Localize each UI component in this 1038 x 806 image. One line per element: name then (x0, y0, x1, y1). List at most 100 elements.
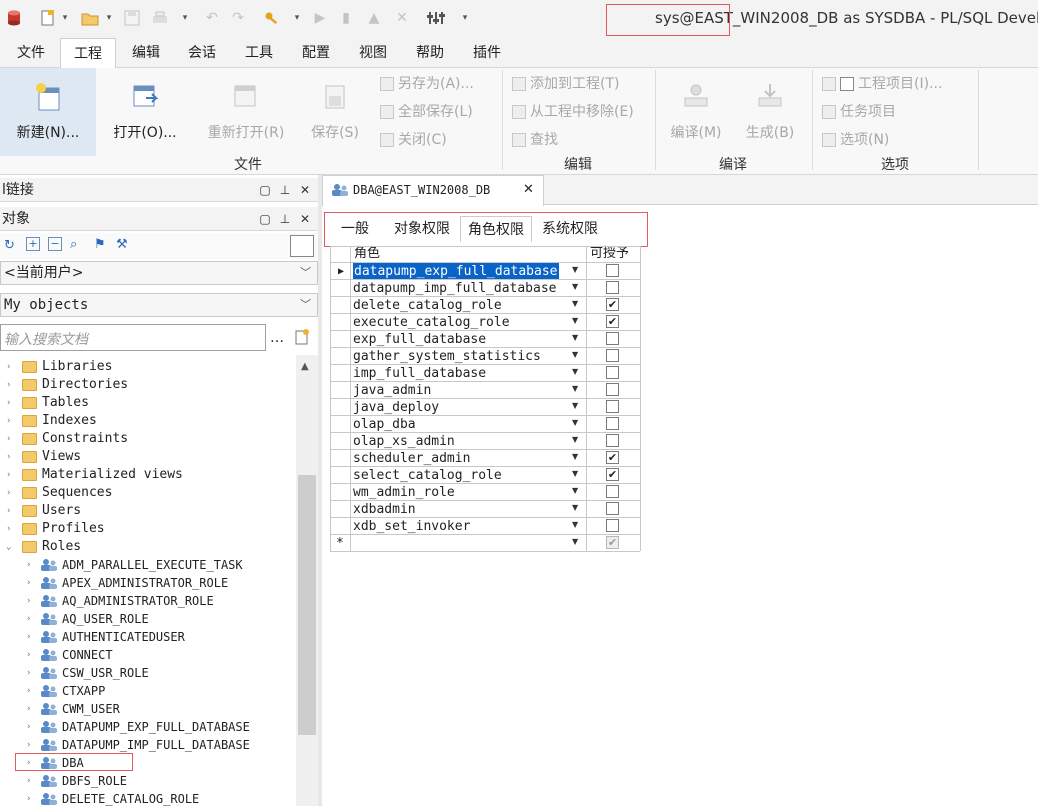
document-tab[interactable]: DBA@EAST_WIN2008_DB ✕ (322, 175, 544, 206)
role-cell[interactable]: xdb_set_invoker (353, 518, 470, 535)
save-icon[interactable] (122, 8, 142, 28)
expanded-chevron-icon[interactable]: ⌄ (6, 538, 11, 556)
tree-role-item[interactable]: › CWM_USER (0, 700, 296, 718)
role-dropdown-icon[interactable]: ▼ (572, 282, 578, 291)
grantable-checkbox[interactable]: ✔ (606, 536, 619, 549)
menu-session[interactable]: 会话 (174, 38, 230, 68)
more-options-button[interactable]: … (270, 330, 284, 346)
open-folder-icon[interactable] (80, 8, 100, 28)
collapsed-chevron-icon[interactable]: › (26, 718, 31, 736)
grantable-checkbox[interactable]: ✔ (606, 315, 619, 328)
collapsed-chevron-icon[interactable]: › (6, 466, 11, 484)
expand-all-icon[interactable]: + (26, 237, 40, 251)
project-items-button[interactable]: 工程项目(I)... (822, 72, 942, 96)
grantable-checkbox[interactable] (606, 519, 619, 532)
role-cell[interactable]: delete_catalog_role (353, 297, 502, 314)
collapsed-chevron-icon[interactable]: › (26, 790, 31, 806)
print-dropdown-icon[interactable]: ▾ (180, 8, 190, 28)
collapsed-chevron-icon[interactable]: › (26, 682, 31, 700)
preferences-icon[interactable] (426, 8, 446, 28)
role-cell[interactable]: wm_admin_role (353, 484, 455, 501)
role-dropdown-icon[interactable]: ▼ (572, 435, 578, 444)
collapsed-chevron-icon[interactable]: › (26, 592, 31, 610)
execute-icon[interactable]: ▶ (310, 8, 330, 28)
lock-icon[interactable]: ▮ (336, 8, 356, 28)
collapsed-chevron-icon[interactable]: › (26, 700, 31, 718)
grantable-checkbox[interactable]: ✔ (606, 468, 619, 481)
menu-config[interactable]: 配置 (288, 38, 344, 68)
role-cell[interactable]: gather_system_statistics (353, 348, 541, 365)
panel-pin-icon[interactable]: ⊥ (276, 207, 294, 231)
filter-combo[interactable]: My objects ﹀ (0, 293, 318, 317)
role-dropdown-icon[interactable]: ▼ (572, 265, 578, 274)
menu-project[interactable]: 工程 (60, 38, 116, 69)
collapse-all-icon[interactable]: − (48, 237, 62, 251)
close-button[interactable]: 关闭(C) (380, 128, 447, 152)
role-cell[interactable]: execute_catalog_role (353, 314, 510, 331)
options-button[interactable]: 选项(N) (822, 128, 889, 152)
new-file-icon[interactable] (38, 8, 58, 28)
role-dropdown-icon[interactable]: ▼ (572, 299, 578, 308)
scroll-thumb[interactable] (298, 475, 316, 735)
role-cell[interactable]: java_admin (353, 382, 431, 399)
undo-icon[interactable]: ↶ (202, 8, 222, 28)
remove-from-project-button[interactable]: 从工程中移除(E) (512, 100, 634, 124)
tree-role-item[interactable]: › ADM_PARALLEL_EXECUTE_TASK (0, 556, 296, 574)
menu-file[interactable]: 文件 (4, 38, 58, 68)
role-dropdown-icon[interactable]: ▼ (572, 316, 578, 325)
role-dropdown-icon[interactable]: ▼ (572, 486, 578, 495)
role-cell[interactable]: datapump_exp_full_database (353, 263, 559, 280)
role-cell[interactable]: olap_dba (353, 416, 416, 433)
collapsed-chevron-icon[interactable]: › (6, 430, 11, 448)
collapsed-chevron-icon[interactable]: › (6, 358, 11, 376)
collapsed-chevron-icon[interactable]: › (26, 646, 31, 664)
new-document-icon[interactable] (294, 328, 310, 346)
reopen-button[interactable]: 重新打开(R) (198, 68, 294, 156)
tree-folder[interactable]: › Tables (0, 394, 296, 412)
tree-folder[interactable]: ⌄ Roles (0, 538, 296, 556)
grantable-checkbox[interactable] (606, 383, 619, 396)
customize-toolbar-icon[interactable]: ▾ (460, 8, 470, 28)
tree-folder[interactable]: › Directories (0, 376, 296, 394)
new-dropdown-icon[interactable]: ▾ (60, 8, 70, 28)
role-dropdown-icon[interactable]: ▼ (572, 503, 578, 512)
filter-icon[interactable]: ⚑ (94, 237, 106, 252)
role-cell[interactable]: java_deploy (353, 399, 439, 416)
new-button[interactable]: 新建(N)... (0, 68, 96, 156)
grantable-checkbox[interactable] (606, 417, 619, 430)
filter-options-icon[interactable]: ⚒ (116, 237, 128, 252)
panel-close-icon[interactable]: ✕ (296, 207, 314, 231)
menu-view[interactable]: 视图 (345, 38, 401, 68)
role-cell[interactable]: xdbadmin (353, 501, 416, 518)
compile-button[interactable]: 编译(M) (664, 68, 728, 156)
grantable-checkbox[interactable] (606, 281, 619, 294)
menu-tools[interactable]: 工具 (231, 38, 287, 68)
role-cell[interactable]: olap_xs_admin (353, 433, 455, 450)
key-icon[interactable] (262, 8, 282, 28)
tree-folder[interactable]: › Profiles (0, 520, 296, 538)
collapsed-chevron-icon[interactable]: › (6, 448, 11, 466)
scroll-up-icon[interactable]: ▲ (301, 361, 309, 372)
tree-folder[interactable]: › Users (0, 502, 296, 520)
collapsed-chevron-icon[interactable]: › (6, 502, 11, 520)
tree-role-item[interactable]: › DBFS_ROLE (0, 772, 296, 790)
collapsed-chevron-icon[interactable]: › (6, 412, 11, 430)
tree-role-item[interactable]: › AUTHENTICATEDUSER (0, 628, 296, 646)
panel-maximize-icon[interactable]: ▢ (256, 207, 274, 231)
collapsed-chevron-icon[interactable]: › (26, 610, 31, 628)
tree-folder[interactable]: › Indexes (0, 412, 296, 430)
role-dropdown-icon[interactable]: ▼ (572, 384, 578, 393)
grantable-checkbox[interactable]: ✔ (606, 451, 619, 464)
tree-role-item[interactable]: › APEX_ADMINISTRATOR_ROLE (0, 574, 296, 592)
project-items-checkbox[interactable] (840, 77, 854, 91)
role-cell[interactable]: scheduler_admin (353, 450, 470, 467)
collapsed-chevron-icon[interactable]: › (6, 376, 11, 394)
collapsed-chevron-icon[interactable]: › (6, 484, 11, 502)
open-dropdown-icon[interactable]: ▾ (104, 8, 114, 28)
collapsed-chevron-icon[interactable]: › (26, 772, 31, 790)
role-dropdown-icon[interactable]: ▼ (572, 452, 578, 461)
role-dropdown-icon[interactable]: ▼ (572, 333, 578, 342)
grantable-checkbox[interactable] (606, 400, 619, 413)
tree-folder[interactable]: › Sequences (0, 484, 296, 502)
tree-role-item[interactable]: › DATAPUMP_EXP_FULL_DATABASE (0, 718, 296, 736)
